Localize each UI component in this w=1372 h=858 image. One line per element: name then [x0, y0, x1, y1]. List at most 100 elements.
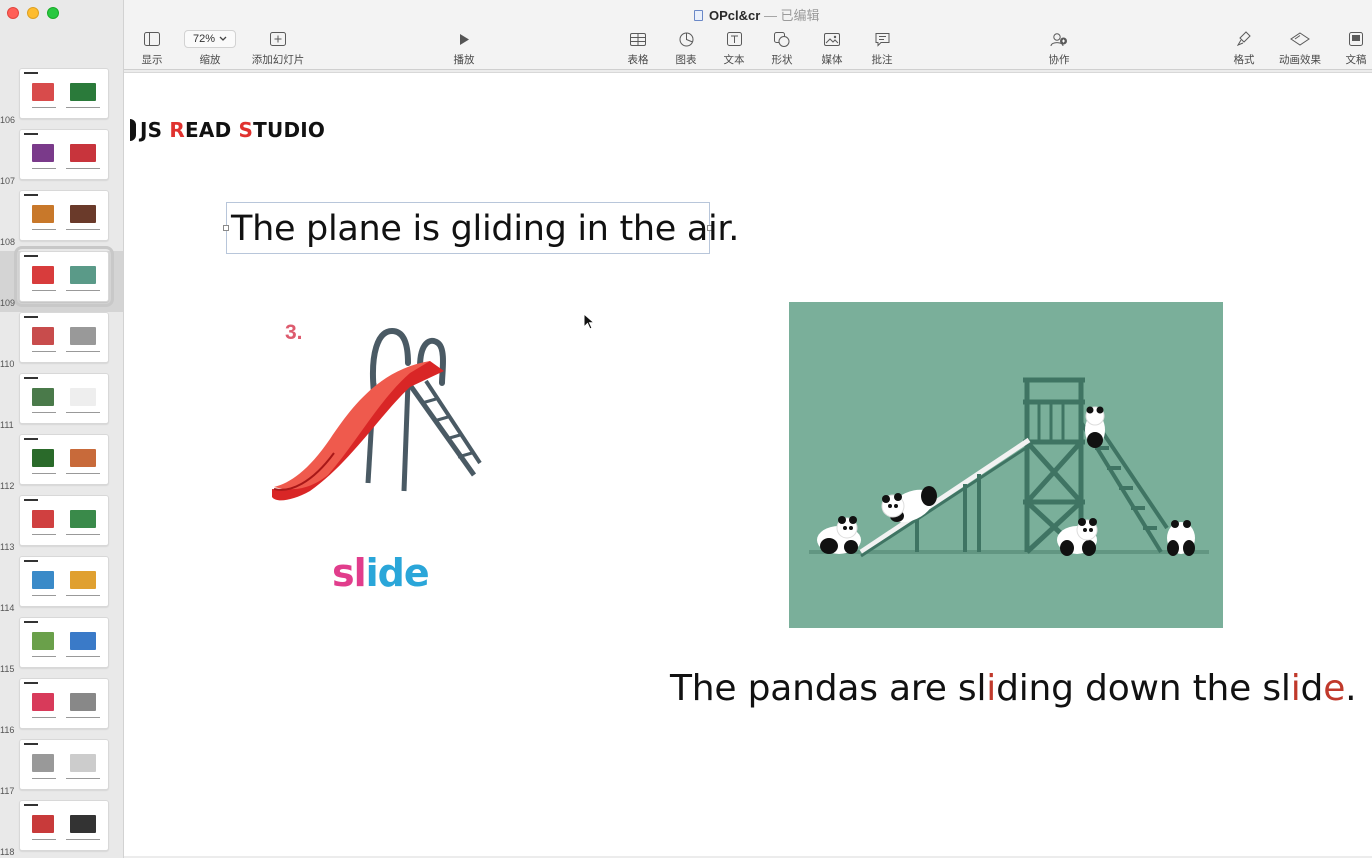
- slide-preview[interactable]: [19, 129, 109, 180]
- slide-thumbnail-116[interactable]: 116: [0, 678, 123, 739]
- slide-thumbnail-117[interactable]: 117: [0, 739, 123, 800]
- slide-thumbnail-113[interactable]: 113: [0, 495, 123, 556]
- play-label: 播放: [453, 54, 475, 66]
- caption-highlight-2: i: [1290, 668, 1301, 709]
- slide-number: 117: [0, 786, 15, 796]
- brand-letter-s: S: [238, 118, 254, 142]
- slide-thumbnail-107[interactable]: 107: [0, 129, 123, 190]
- toolbar: OPcl&cr — 已编辑 显示 72% 缩放 添加幻灯片 播放 表格 图表 文…: [124, 0, 1372, 70]
- format-button[interactable]: 格式: [1216, 28, 1272, 67]
- slide-thumbnail-list: 106 107 108 109 110 111 112 113 114 115 116 117 118: [0, 68, 123, 858]
- slide-number: 106: [0, 115, 16, 125]
- slide-canvas[interactable]: JS READ STUDIO The plane is gliding in t…: [124, 72, 1372, 856]
- slide-number: 108: [0, 237, 16, 247]
- slide-thumbnail-114[interactable]: 114: [0, 556, 123, 617]
- slide-number: 116: [0, 725, 15, 735]
- slide-thumbnail-112[interactable]: 112: [0, 434, 123, 495]
- slide-number: 110: [0, 359, 15, 369]
- brand-logo: JS READ STUDIO: [130, 118, 325, 142]
- slide-thumbnail-109[interactable]: 109: [0, 246, 123, 312]
- mouse-pointer-icon: [583, 313, 595, 330]
- slide-preview[interactable]: [19, 373, 109, 424]
- text-box-icon: [726, 28, 742, 50]
- format-label: 格式: [1233, 54, 1255, 66]
- slide-preview[interactable]: [19, 800, 109, 851]
- slide-thumbnail-115[interactable]: 115: [0, 617, 123, 678]
- animate-button[interactable]: 动画效果: [1272, 28, 1328, 67]
- document-icon: [694, 10, 703, 21]
- caption-part-4: .: [1345, 668, 1357, 709]
- play-button[interactable]: 播放: [436, 28, 492, 67]
- zoom-select[interactable]: 72%: [184, 30, 236, 48]
- media-button[interactable]: 媒体: [804, 28, 860, 67]
- zoom-label: 缩放: [199, 54, 221, 66]
- logo-mark: [130, 119, 136, 141]
- slide-preview[interactable]: [19, 190, 109, 241]
- maximize-window-button[interactable]: [47, 7, 59, 19]
- slide-thumbnail-110[interactable]: 110: [0, 312, 123, 373]
- caption-part-2: ding down the sl: [996, 668, 1291, 709]
- play-icon: [458, 28, 470, 50]
- comment-icon: [875, 28, 890, 50]
- comment-button[interactable]: 批注: [854, 28, 910, 67]
- slide-number: 115: [0, 664, 15, 674]
- sentence-text[interactable]: The plane is gliding in the air.: [231, 209, 739, 249]
- image-icon: [824, 28, 840, 50]
- chart-label: 图表: [675, 54, 697, 66]
- slide-thumbnail-111[interactable]: 111: [0, 373, 123, 434]
- selected-text-box[interactable]: The plane is gliding in the air.: [223, 202, 739, 254]
- collaborate-button[interactable]: 协作: [1031, 28, 1087, 67]
- collaborate-label: 协作: [1048, 54, 1070, 66]
- playground-slide-illustration[interactable]: [270, 323, 482, 503]
- document-button[interactable]: 文稿: [1328, 28, 1372, 67]
- slide-preview[interactable]: [19, 434, 109, 485]
- vocabulary-word-part-2: ide: [365, 551, 430, 595]
- zoom-control[interactable]: 72% 缩放: [182, 28, 238, 67]
- slide-preview[interactable]: [19, 739, 109, 790]
- slide-preview[interactable]: [19, 617, 109, 668]
- slide-number: 118: [0, 847, 15, 857]
- slide-number: 112: [0, 481, 15, 491]
- brand-letter-r: R: [169, 118, 186, 142]
- zoom-value: 72%: [192, 33, 216, 45]
- chevron-down-icon: [219, 36, 227, 41]
- table-icon: [630, 28, 646, 50]
- shape-label: 形状: [771, 54, 793, 66]
- slide-number: 107: [0, 176, 16, 186]
- collaborate-icon: [1050, 28, 1068, 50]
- caption-highlight-3: e: [1323, 668, 1346, 709]
- table-label: 表格: [627, 54, 649, 66]
- slide-thumbnail-106[interactable]: 106: [0, 68, 123, 129]
- keynote-window: 106 107 108 109 110 111 112 113 114 115 116 117 118 …: [0, 0, 1372, 858]
- slide-preview[interactable]: [19, 556, 109, 607]
- document-panel-icon: [1349, 28, 1363, 50]
- slide-navigator[interactable]: 106 107 108 109 110 111 112 113 114 115 116 117 118: [0, 0, 124, 858]
- shape-button[interactable]: 形状: [754, 28, 810, 67]
- slide-preview[interactable]: [19, 495, 109, 546]
- pandas-on-slide-photo[interactable]: [789, 302, 1223, 628]
- slide-thumbnail-108[interactable]: 108: [0, 190, 123, 251]
- minimize-window-button[interactable]: [27, 7, 39, 19]
- vocabulary-word: slide: [332, 551, 430, 595]
- add-slide-label: 添加幻灯片: [251, 54, 305, 66]
- document-label: 文稿: [1345, 54, 1367, 66]
- comment-label: 批注: [871, 54, 893, 66]
- slide-thumbnail-118[interactable]: 118: [0, 800, 123, 858]
- slide-preview[interactable]: [19, 678, 109, 729]
- slide-preview[interactable]: [19, 312, 109, 363]
- slide-preview[interactable]: [14, 246, 114, 307]
- media-label: 媒体: [821, 54, 843, 66]
- close-window-button[interactable]: [7, 7, 19, 19]
- diamond-icon: [1290, 28, 1310, 50]
- document-status: — 已编辑: [763, 8, 820, 23]
- add-slide-button[interactable]: 添加幻灯片: [250, 28, 306, 67]
- slide-number: 109: [0, 298, 16, 308]
- view-button[interactable]: 显示: [124, 28, 180, 67]
- panda-4: [1085, 406, 1105, 448]
- resize-handle-left[interactable]: [223, 225, 229, 231]
- caption-part-1: The pandas are sl: [670, 668, 987, 709]
- vocabulary-word-part-1: sl: [332, 551, 367, 595]
- document-name: OPcl&cr: [709, 8, 761, 23]
- brand-text-1: JS: [140, 118, 170, 142]
- slide-preview[interactable]: [19, 68, 109, 119]
